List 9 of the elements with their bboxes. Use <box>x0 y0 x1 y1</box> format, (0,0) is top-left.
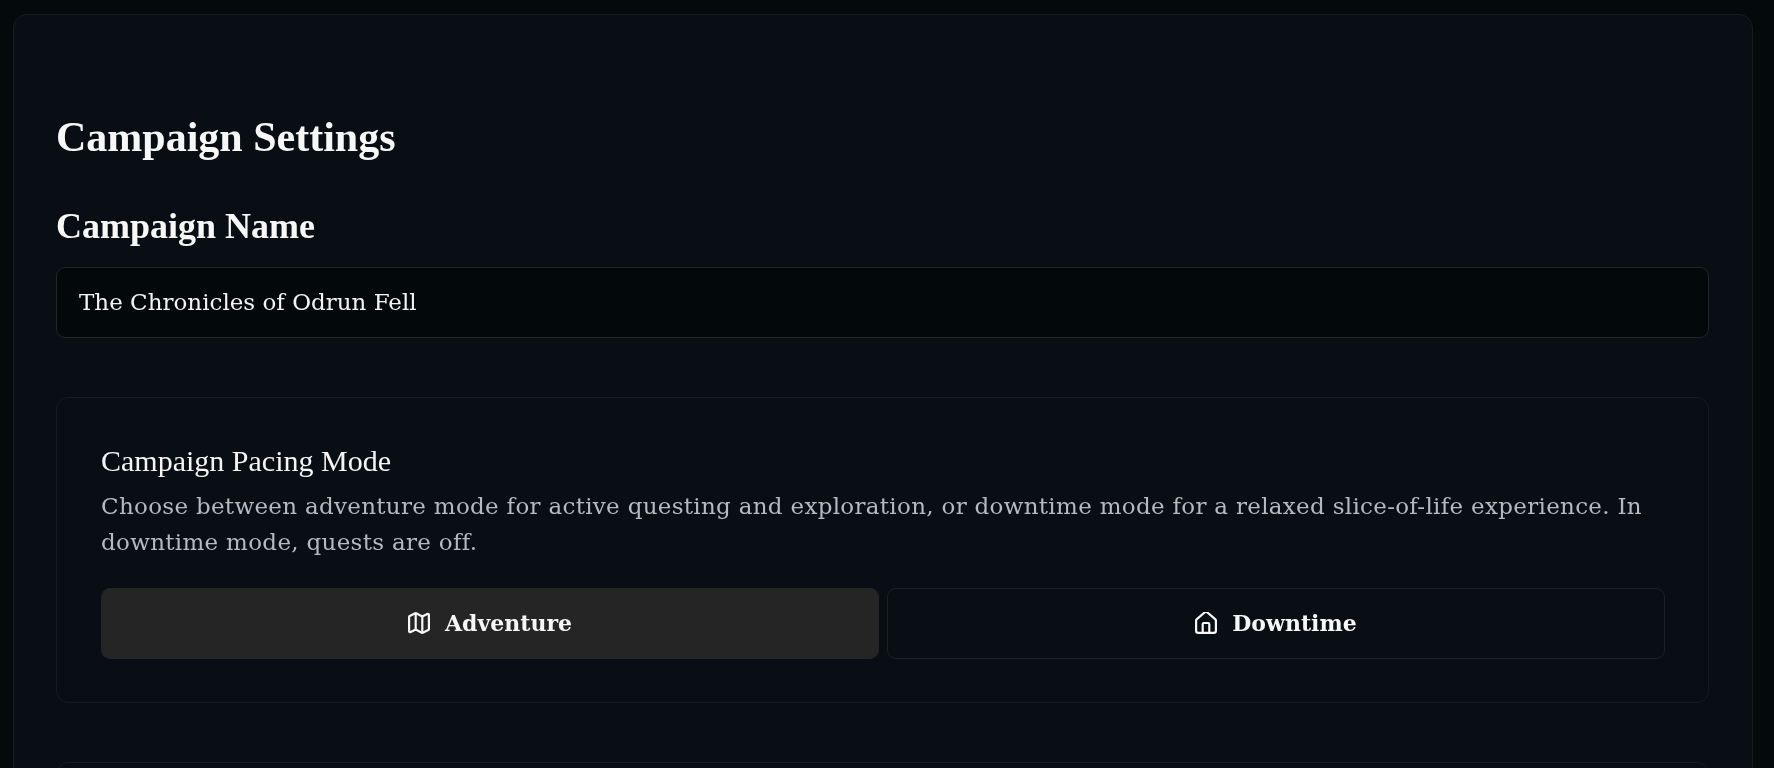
house-icon <box>1195 612 1218 635</box>
card-description: Choose between adventure mode for active questing and exploration, or downtime mode for a relaxed slice-of-life experience. In downtime mode, quests are off. <box>101 491 1643 557</box>
campaign-name-input[interactable]: The Chronicles of Odrun Fell <box>56 266 1709 338</box>
pacing-mode-button[interactable]: Adventure <box>101 587 879 659</box>
field-label: Campaign Name <box>56 205 315 249</box>
page-title: Campaign Settings <box>56 113 396 162</box>
pacing-mode-button[interactable]: Downtime <box>887 587 1665 659</box>
card-title: Campaign Pacing Mode <box>101 442 392 479</box>
map-icon <box>408 612 430 635</box>
